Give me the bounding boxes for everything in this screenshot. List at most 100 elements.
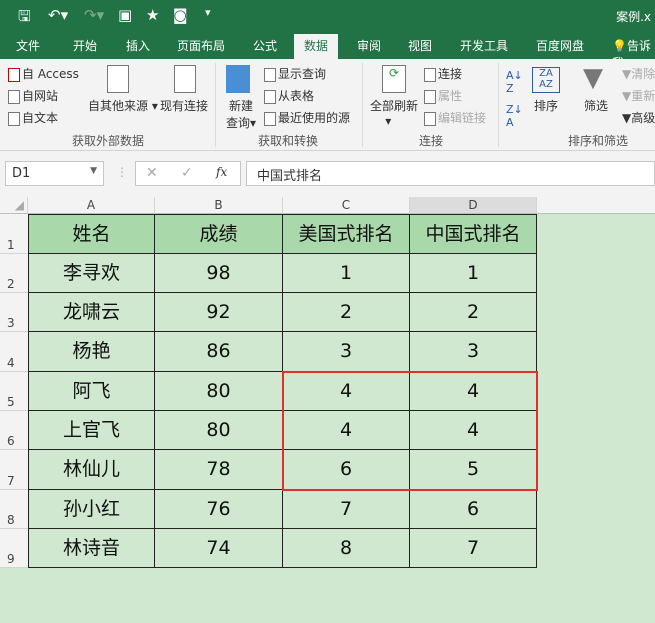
cell-score[interactable]: 78 (155, 450, 283, 490)
properties-icon (424, 89, 436, 104)
undo-icon[interactable]: ↶▾ (48, 6, 68, 24)
tab-page-layout[interactable]: 页面布局 (177, 37, 225, 54)
advanced-button[interactable]: ▼高级 (622, 109, 655, 126)
cell-cn-rank[interactable]: 4 (410, 372, 537, 411)
insert-function-icon[interactable]: fx (216, 165, 227, 179)
formula-input[interactable]: 中国式排名 (246, 161, 655, 186)
cell-score[interactable]: 98 (155, 254, 283, 293)
cell-us-rank[interactable]: 1 (283, 254, 410, 293)
cell-name[interactable]: 李寻欢 (28, 254, 155, 293)
cell-us-rank[interactable]: 4 (283, 411, 410, 450)
other-sources-button[interactable]: 自其他来源 ▾ (88, 97, 158, 114)
save-icon[interactable]: 🖫 (18, 6, 31, 31)
cell-cn-rank[interactable]: 4 (410, 411, 537, 450)
cell-us-rank[interactable]: 2 (283, 293, 410, 332)
cell-cn-rank[interactable]: 5 (410, 450, 537, 490)
link-icon (424, 111, 436, 126)
cell-score[interactable]: 86 (155, 332, 283, 372)
enter-icon[interactable]: ✓ (181, 165, 193, 181)
header-cell-score[interactable]: 成绩 (155, 214, 283, 254)
row-header-2[interactable]: 2 (0, 254, 28, 293)
cell-score[interactable]: 80 (155, 411, 283, 450)
cell-name[interactable]: 林仙儿 (28, 450, 155, 490)
cell-cn-rank[interactable]: 2 (410, 293, 537, 332)
row-header-3[interactable]: 3 (0, 293, 28, 332)
row-header-4[interactable]: 4 (0, 332, 28, 372)
column-header-b[interactable]: B (155, 197, 283, 214)
show-queries-button[interactable]: 显示查询 (264, 65, 326, 82)
header-cell-cn-rank[interactable]: 中国式排名 (410, 214, 537, 254)
tab-home[interactable]: 开始 (73, 37, 97, 54)
new-query-button[interactable]: 新建 查询▾ (226, 97, 256, 131)
drag-handle-icon[interactable]: ⋮ (116, 165, 128, 179)
cell-cn-rank[interactable]: 6 (410, 490, 537, 529)
from-web-button[interactable]: 自网站 (8, 87, 58, 104)
cell-name[interactable]: 阿飞 (28, 372, 155, 411)
cell-us-rank[interactable]: 4 (283, 372, 410, 411)
header-cell-us-rank[interactable]: 美国式排名 (283, 214, 410, 254)
tab-view[interactable]: 视图 (408, 37, 432, 54)
title-bar: 🖫 ↶▾ ↷▾ ▣ ★ ◙ ▾ 案例.x (0, 0, 655, 32)
row-header-9[interactable]: 9 (0, 529, 28, 568)
row-header-7[interactable]: 7 (0, 450, 28, 490)
cell-us-rank[interactable]: 6 (283, 450, 410, 490)
cell-cn-rank[interactable]: 7 (410, 529, 537, 568)
cell-name[interactable]: 孙小红 (28, 490, 155, 529)
row-header-1[interactable]: 1 (0, 214, 28, 254)
redo-icon[interactable]: ↷▾ (84, 6, 104, 24)
tab-insert[interactable]: 插入 (126, 37, 150, 54)
cell-us-rank[interactable]: 8 (283, 529, 410, 568)
cell-name[interactable]: 龙啸云 (28, 293, 155, 332)
row-header-8[interactable]: 8 (0, 490, 28, 529)
cell-us-rank[interactable]: 7 (283, 490, 410, 529)
cell-score[interactable]: 76 (155, 490, 283, 529)
from-text-button[interactable]: 自文本 (8, 109, 58, 126)
sort-button[interactable]: 排序 (534, 97, 558, 114)
name-box[interactable]: D1 ▼ (5, 161, 104, 186)
connections-icon (424, 67, 436, 82)
filter-button[interactable]: 筛选 (584, 97, 608, 114)
cell-name[interactable]: 林诗音 (28, 529, 155, 568)
column-header-d[interactable]: D (410, 197, 537, 214)
select-all-button[interactable]: ◢ (0, 197, 28, 214)
cell-name[interactable]: 杨艳 (28, 332, 155, 372)
properties-button[interactable]: 属性 (424, 87, 462, 104)
column-header-a[interactable]: A (28, 197, 155, 214)
cell-score[interactable]: 80 (155, 372, 283, 411)
cell-score[interactable]: 74 (155, 529, 283, 568)
from-access-button[interactable]: 自 Access (8, 65, 79, 82)
recent-sources-button[interactable]: 最近使用的源 (264, 109, 350, 126)
row-header-5[interactable]: 5 (0, 372, 28, 411)
sort-asc-icon[interactable]: A↓ Z (506, 69, 523, 95)
customize-icon[interactable]: ▾ (205, 6, 211, 19)
cell-us-rank[interactable]: 3 (283, 332, 410, 372)
cell-cn-rank[interactable]: 3 (410, 332, 537, 372)
new-query-icon (226, 65, 250, 93)
clear-button[interactable]: ▼清除 (622, 65, 655, 82)
star-icon[interactable]: ★ (146, 6, 159, 24)
refresh-all-button[interactable]: 全部刷新 ▾ (370, 97, 418, 128)
cancel-icon[interactable]: ✕ (146, 165, 158, 181)
formula-bar: D1 ▼ ⋮ ✕ ✓ fx 中国式排名 (0, 151, 655, 197)
edit-links-button[interactable]: 编辑链接 (424, 109, 486, 126)
camera-icon[interactable]: ◙ (173, 6, 188, 24)
header-cell-name[interactable]: 姓名 (28, 214, 155, 254)
tab-formulas[interactable]: 公式 (253, 37, 277, 54)
cell-score[interactable]: 92 (155, 293, 283, 332)
form-icon[interactable]: ▣ (118, 6, 132, 24)
row-header-6[interactable]: 6 (0, 411, 28, 450)
tab-file[interactable]: 文件 (16, 37, 40, 54)
tab-developer[interactable]: 开发工具 (460, 37, 508, 54)
group-label-transform: 获取和转换 (258, 134, 319, 148)
reapply-button[interactable]: ▼重新 (622, 87, 655, 104)
existing-connections-button[interactable]: 现有连接 (160, 97, 208, 114)
column-header-c[interactable]: C (283, 197, 410, 214)
cell-cn-rank[interactable]: 1 (410, 254, 537, 293)
tab-data[interactable]: 数据 (294, 34, 339, 59)
tab-review[interactable]: 审阅 (357, 37, 381, 54)
cell-name[interactable]: 上官飞 (28, 411, 155, 450)
tab-baidu[interactable]: 百度网盘 (536, 37, 584, 54)
sort-desc-icon[interactable]: Z↓ A (506, 103, 523, 129)
from-table-button[interactable]: 从表格 (264, 87, 314, 104)
connections-button[interactable]: 连接 (424, 65, 462, 82)
